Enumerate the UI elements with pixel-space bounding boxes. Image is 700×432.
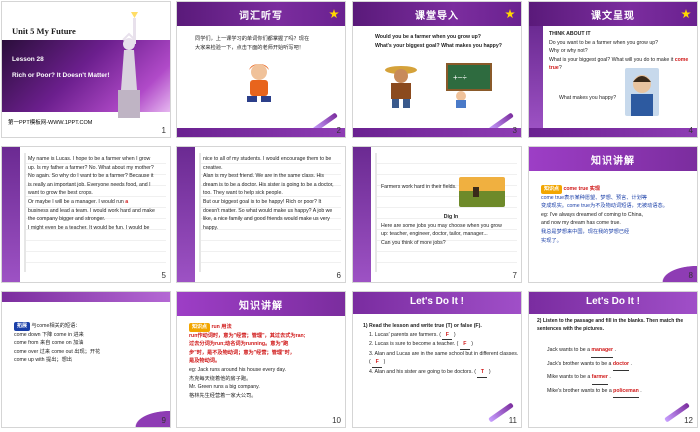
statue-of-liberty-image <box>118 12 140 118</box>
highlight-word: a <box>125 198 129 205</box>
boy-photo <box>625 68 659 116</box>
slide-11[interactable]: Let's Do It ! 1) Read the lesson and wri… <box>352 291 522 428</box>
slide-number: 3 <box>512 126 517 135</box>
explanation-text: 知识点 run 用法 run作动词时，意为"经营；管理"，其过去式为ran; 过… <box>189 323 306 399</box>
slide-9[interactable]: 拓展 与come相关的短语： come down 下降 come in 进来 c… <box>1 291 171 428</box>
slide-header: Let's Do It ! <box>353 292 521 314</box>
header-title: 课文呈现 <box>591 11 635 22</box>
header-title: 词汇听写 <box>239 11 283 22</box>
explanation-text: 知识点 come true 实现 come true表示某种愿望、梦想、预言、计… <box>541 185 668 244</box>
slide-8[interactable]: 知识讲解 知识点 come true 实现 come true表示某种愿望、梦想… <box>528 146 698 283</box>
reading-text: My name is Lucas. I hope to be a farmer … <box>28 156 155 231</box>
dig-in-text: Dig In Here are some jobs you may choose… <box>381 214 502 246</box>
header-title: 知识讲解 <box>239 301 283 312</box>
unit-title: Unit 5 My Future <box>12 26 76 36</box>
slide-footer <box>529 128 697 137</box>
slide-12[interactable]: Let's Do It ! 2) Listen to the passage a… <box>528 291 698 428</box>
exercise-instruction: 2) Listen to the passage and fill in the… <box>537 318 684 332</box>
side-decoration <box>529 26 543 130</box>
slide-header <box>2 292 170 302</box>
slide-number: 1 <box>161 126 166 135</box>
slide-5[interactable]: My name is Lucas. I hope to be a farmer … <box>1 146 171 283</box>
slide-number: 12 <box>684 416 693 425</box>
happy-question: What makes you happy? <box>559 95 617 101</box>
answer[interactable]: doctor <box>612 358 630 371</box>
slide-grid: Unit 5 My Future Lesson 28 Rich or Poor?… <box>0 0 700 432</box>
farmer-image <box>385 66 417 108</box>
slide-header: 词汇听写 <box>177 2 345 26</box>
reading-text: nice to all of my students. I would enco… <box>203 156 334 231</box>
slide-number: 10 <box>332 416 341 425</box>
slide-2[interactable]: 词汇听写 同学们，上一课学习的单词你们都掌握了吗？现在 大家来检验一下，点击下面… <box>176 1 346 138</box>
slide-number: 2 <box>336 126 341 135</box>
slide-number: 6 <box>336 271 341 280</box>
header-title: 课堂导入 <box>415 11 459 22</box>
lesson-title: Rich or Poor? It Doesn't Matter! <box>12 72 110 79</box>
slide-text: Would you be a farmer when you grow up? … <box>375 34 502 49</box>
answer[interactable]: policeman <box>613 385 639 398</box>
phrase-list: 拓展 与come相关的短语： come down 下降 come in 进来 c… <box>14 322 101 364</box>
slide-header: Let's Do It ! <box>529 292 697 314</box>
header-title: Let's Do It ! <box>409 296 465 307</box>
side-decoration <box>353 147 371 282</box>
slide-number: 7 <box>512 271 517 280</box>
slide-text: THINK ABOUT IT Do you want to be a farme… <box>549 31 689 72</box>
answer[interactable]: T <box>477 368 488 378</box>
slide-number: 8 <box>688 271 693 280</box>
slide-7[interactable]: Farmers work hard in their fields. Dig I… <box>352 146 522 283</box>
slide-3[interactable]: 课堂导入 Would you be a farmer when you grow… <box>352 1 522 138</box>
side-decoration <box>177 147 195 282</box>
answer[interactable]: F <box>459 340 470 350</box>
field-photo <box>459 177 505 207</box>
slide-header: 知识讲解 <box>529 147 697 171</box>
footer-site: 第一PPT模板网-WWW.1PPT.COM <box>8 120 93 126</box>
answer[interactable]: manager <box>591 344 614 358</box>
teacher-icon[interactable] <box>239 60 279 102</box>
answer[interactable]: farmer <box>591 371 608 385</box>
slide-10[interactable]: 知识讲解 知识点 run 用法 run作动词时，意为"经营；管理"，其过去式为r… <box>176 291 346 428</box>
slide-6[interactable]: nice to all of my students. I would enco… <box>176 146 346 283</box>
slide-header: 课堂导入 <box>353 2 521 26</box>
slide-number: 4 <box>688 126 693 135</box>
answer[interactable]: F <box>372 358 383 368</box>
teacher-blackboard-image: +−÷ <box>446 63 492 108</box>
slide-header: 课文呈现 <box>529 2 697 26</box>
slide-text: 同学们，上一课学习的单词你们都掌握了吗？现在 大家来检验一下，点击下面的老师开始… <box>195 36 310 51</box>
lesson-label: Lesson 28 <box>12 56 44 63</box>
slide-number: 5 <box>161 271 166 280</box>
photo-caption: Farmers work hard in their fields. <box>381 184 457 190</box>
exercise: 1) Read the lesson and write true (T) or… <box>363 322 519 378</box>
svg-text:+−÷: +−÷ <box>453 73 467 82</box>
slide-header: 知识讲解 <box>177 292 345 316</box>
slide-number: 11 <box>508 416 517 425</box>
slide-4[interactable]: 课文呈现 THINK ABOUT IT Do you want to be a … <box>528 1 698 138</box>
slide-number: 9 <box>161 416 166 425</box>
slide-footer <box>353 128 521 137</box>
exercise: Jack wants to be a manager . Jack's brot… <box>547 344 697 398</box>
header-title: Let's Do It ! <box>585 296 641 307</box>
answer[interactable]: F <box>442 331 453 341</box>
slide-1[interactable]: Unit 5 My Future Lesson 28 Rich or Poor?… <box>1 1 171 138</box>
slide-footer <box>177 128 345 137</box>
side-decoration <box>2 147 20 282</box>
header-title: 知识讲解 <box>591 156 635 167</box>
